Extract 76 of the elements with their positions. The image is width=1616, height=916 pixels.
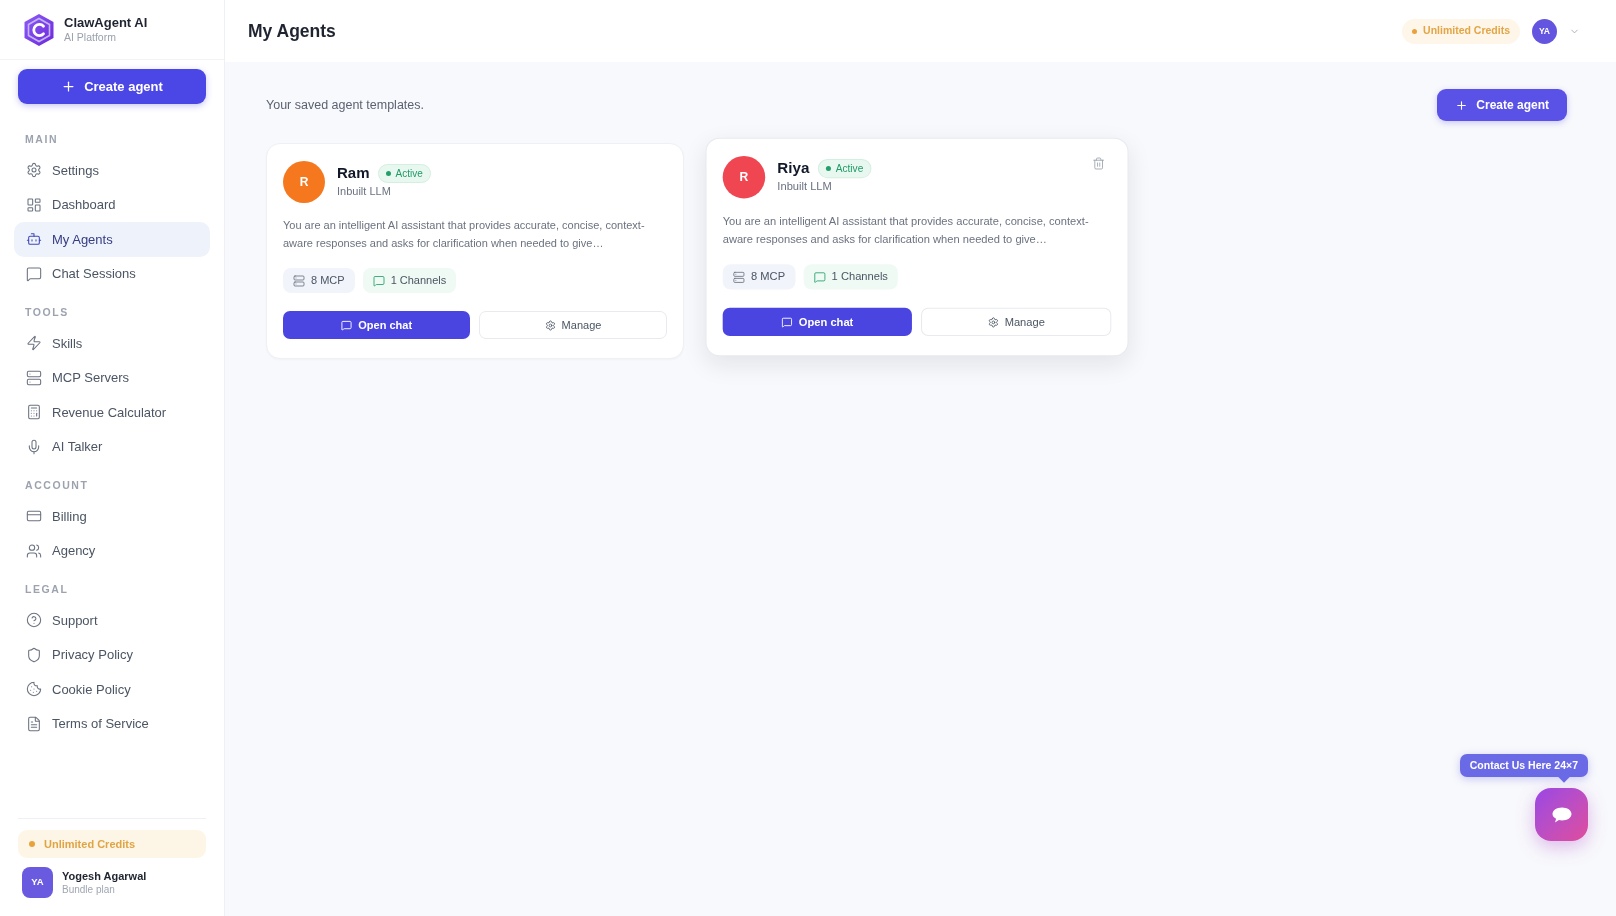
- contact-tooltip: Contact Us Here 24×7: [1459, 754, 1588, 781]
- section-label: LEGAL: [24, 582, 70, 598]
- nav-item[interactable]: Dashboard: [14, 187, 210, 222]
- nav-item[interactable]: Chat Sessions: [14, 256, 210, 291]
- chat-launcher-button[interactable]: [1535, 788, 1588, 841]
- server-icon: [732, 270, 745, 283]
- calculator-icon: [26, 404, 42, 421]
- status-label: Active: [835, 161, 863, 176]
- agent-model: Inbuilt LLM: [337, 184, 392, 198]
- nav-item[interactable]: Support: [14, 603, 210, 638]
- shield-icon: [26, 646, 42, 663]
- nav-item[interactable]: Revenue Calculator: [14, 395, 210, 430]
- nav-item[interactable]: My Agents: [14, 222, 210, 257]
- document-icon: [26, 715, 42, 732]
- manage-button[interactable]: Manage: [479, 311, 667, 339]
- settings-icon: [26, 162, 42, 179]
- plus-icon: [61, 79, 77, 94]
- agent-name: Riya: [777, 157, 810, 179]
- brand-tagline: AI Platform: [64, 31, 117, 44]
- plus-icon: [1455, 98, 1469, 112]
- user-avatar[interactable]: YA: [1532, 18, 1557, 44]
- credits-label: Unlimited Credits: [1423, 23, 1510, 39]
- dashboard-grid-icon: [26, 196, 42, 213]
- agent-avatar: R: [283, 161, 325, 203]
- agent-avatar: R: [722, 155, 765, 199]
- agent-model: Inbuilt LLM: [777, 179, 833, 194]
- nav-item[interactable]: MCP Servers: [14, 360, 210, 395]
- speech-bubble-icon: [341, 319, 353, 331]
- page-subtitle: Your saved agent templates.: [266, 96, 424, 114]
- speech-bubble-icon: [372, 274, 385, 287]
- mcp-count: 8 MCP: [311, 273, 345, 289]
- agent-description: You are an intelligent AI assistant that provides accurate, concise, context-aware responses and asks for clarification when needed to give…: [722, 213, 1090, 247]
- nav-item[interactable]: Terms of Service: [14, 706, 210, 741]
- open-chat-button[interactable]: Open chat: [283, 311, 471, 339]
- mcp-count: 8 MCP: [750, 269, 785, 285]
- trash-icon[interactable]: [1091, 156, 1105, 171]
- nav-item[interactable]: Settings: [14, 153, 210, 188]
- speech-bubble-icon: [813, 270, 826, 283]
- nav-item[interactable]: AI Talker: [14, 429, 210, 464]
- robot-icon: [26, 231, 42, 248]
- nav-item[interactable]: Privacy Policy: [14, 637, 210, 672]
- lightning-icon: [26, 335, 42, 352]
- user-name: Yogesh Agarwal: [62, 869, 147, 883]
- user-plan: Bundle plan: [62, 883, 116, 896]
- question-circle-icon: [26, 612, 42, 629]
- speech-bubble-icon: [781, 316, 793, 328]
- users-icon: [26, 542, 42, 559]
- open-chat-button[interactable]: Open chat: [722, 307, 912, 337]
- agent-description: You are an intelligent AI assistant that provides accurate, concise, context-aware responses and asks for clarification when needed to give…: [283, 218, 646, 251]
- agent-name: Ram: [337, 163, 370, 183]
- create-agent-button[interactable]: Create agent: [1437, 89, 1567, 121]
- manage-button[interactable]: Manage: [921, 307, 1111, 337]
- channels-count: 1 Channels: [390, 273, 447, 289]
- create-agent-button[interactable]: Create agent: [18, 69, 206, 104]
- cookie-icon: [26, 681, 42, 698]
- page-title: My Agents: [248, 19, 336, 43]
- user-avatar: YA: [22, 867, 53, 898]
- hexagon-logo-icon: [24, 13, 54, 46]
- settings-icon: [987, 316, 999, 328]
- section-label: MAIN: [24, 132, 60, 148]
- credits-label: Unlimited Credits: [44, 836, 136, 852]
- speech-bubble-icon: [26, 265, 42, 282]
- server-icon: [293, 274, 305, 287]
- nav-item[interactable]: Cookie Policy: [14, 672, 210, 707]
- section-label: ACCOUNT: [24, 478, 90, 494]
- section-label: TOOLS: [24, 305, 70, 321]
- settings-icon: [544, 319, 556, 331]
- nav-item[interactable]: Skills: [14, 326, 210, 361]
- nav-item[interactable]: Agency: [14, 533, 210, 568]
- server-icon: [26, 369, 42, 386]
- nav-item[interactable]: Billing: [14, 499, 210, 534]
- status-label: Active: [395, 166, 423, 181]
- speech-bubble-icon: [1551, 806, 1572, 823]
- channels-count: 1 Channels: [831, 269, 888, 285]
- brand-name: ClawAgent AI: [64, 15, 148, 31]
- microphone-icon: [26, 438, 42, 455]
